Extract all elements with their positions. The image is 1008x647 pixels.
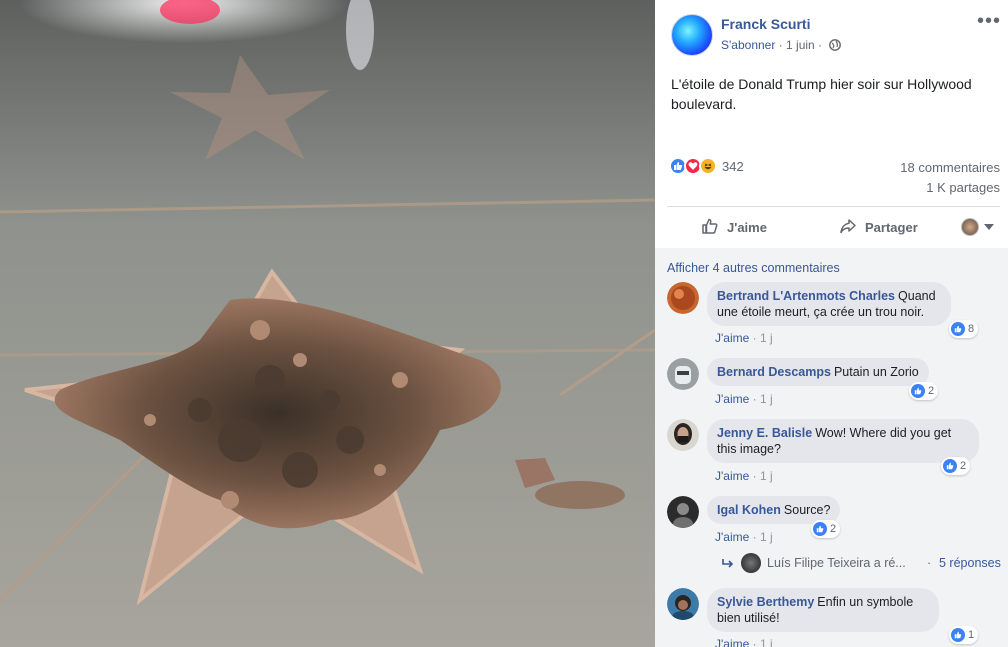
comment-like-count: 2 — [830, 523, 837, 535]
post-stats: 18 commentaires 1 K partages — [900, 158, 1000, 198]
comment-like-count: 2 — [960, 460, 967, 472]
like-reaction-icon — [951, 628, 965, 642]
commenter-avatar[interactable] — [667, 496, 699, 528]
reactions-summary[interactable]: 342 — [669, 156, 744, 176]
comment-time[interactable]: 1 j — [760, 392, 773, 406]
post-text: L'étoile de Donald Trump hier soir sur H… — [671, 76, 972, 112]
meta-separator: · — [778, 38, 783, 52]
comment-like-link[interactable]: J'aime — [715, 530, 749, 544]
comment-time[interactable]: 1 j — [760, 331, 773, 345]
divider — [667, 206, 1000, 207]
like-reaction-icon — [943, 459, 957, 473]
more-horizontal-icon[interactable]: ••• — [977, 11, 1001, 31]
post-photo[interactable] — [0, 0, 655, 647]
comment-like-link[interactable]: J'aime — [715, 469, 749, 483]
like-button[interactable]: J'aime — [701, 217, 767, 238]
comment-author[interactable]: Bertrand L'Artenmots Charles — [717, 289, 895, 303]
comment-time[interactable]: 1 j — [760, 530, 773, 544]
share-arrow-icon — [839, 217, 865, 238]
like-label: J'aime — [727, 219, 767, 235]
like-reaction-icon — [911, 384, 925, 398]
share-label: Partager — [865, 219, 918, 235]
comment-bubble: Jenny E. Balisle Wow! Where did you get t… — [707, 419, 979, 463]
comment-author[interactable]: Bernard Descamps — [717, 365, 831, 379]
comment-bubble: Bernard Descamps Putain un Zorio — [707, 358, 929, 386]
like-reaction-icon — [813, 522, 827, 536]
comments-count[interactable]: 18 commentaires — [900, 158, 1000, 178]
replier-avatar — [741, 553, 761, 573]
reaction-count: 342 — [722, 158, 744, 174]
comment-bubble: Bertrand L'Artenmots Charles Quand une ét… — [707, 282, 951, 326]
subscribe-link[interactable]: S'abonner — [721, 38, 775, 52]
comment-meta: J'aime · 1 j — [715, 331, 773, 345]
comment-time[interactable]: 1 j — [760, 469, 773, 483]
comment-like-count: 2 — [928, 385, 935, 397]
comment-meta: J'aime · 1 j — [715, 637, 773, 647]
page-name[interactable]: Franck Scurti — [721, 16, 810, 32]
share-button[interactable]: Partager — [839, 217, 918, 238]
comment-text: Source? — [783, 503, 831, 517]
page-avatar[interactable] — [671, 14, 713, 56]
comment-reaction-badge[interactable]: 2 — [909, 382, 939, 400]
post-panel: Franck Scurti S'abonner · 1 juin · ••• L… — [655, 0, 1008, 647]
profile-avatar-small — [961, 218, 979, 236]
reply-arrow-icon — [721, 558, 735, 573]
reply-separator: · — [927, 556, 932, 570]
commenter-avatar[interactable] — [667, 588, 699, 620]
like-reaction-icon — [951, 322, 965, 336]
haha-reaction-icon — [699, 157, 717, 175]
damaged-star-image — [0, 0, 655, 647]
post-date[interactable]: 1 juin — [786, 38, 815, 52]
shares-count[interactable]: 1 K partages — [900, 178, 1000, 198]
commenter-avatar[interactable] — [667, 358, 699, 390]
commenter-avatar[interactable] — [667, 419, 699, 451]
comment-like-count: 1 — [968, 629, 975, 641]
meta-separator-2: · — [818, 38, 823, 52]
react-as-selector[interactable] — [961, 218, 994, 236]
comment-reaction-badge[interactable]: 2 — [811, 520, 841, 538]
commenter-avatar[interactable] — [667, 282, 699, 314]
post-header: Franck Scurti S'abonner · 1 juin · ••• — [671, 11, 1001, 58]
comment-like-link[interactable]: J'aime — [715, 331, 749, 345]
comment-reaction-badge[interactable]: 8 — [949, 320, 979, 338]
thumbs-up-icon — [701, 217, 727, 238]
facebook-post-viewer: Franck Scurti S'abonner · 1 juin · ••• L… — [0, 0, 1008, 647]
comments-section: Afficher 4 autres commentaires Bertrand … — [655, 248, 1008, 647]
comment-reaction-badge[interactable]: 2 — [941, 457, 971, 475]
comment-author[interactable]: Jenny E. Balisle — [717, 426, 812, 440]
post-meta: S'abonner · 1 juin · — [721, 38, 842, 54]
comment-bubble: Sylvie Berthemy Enfin un symbole bien uti… — [707, 588, 939, 632]
comment-meta: J'aime · 1 j — [715, 469, 773, 483]
comment-author[interactable]: Igal Kohen — [717, 503, 781, 517]
comment-time[interactable]: 1 j — [760, 637, 773, 647]
comment-reaction-badge[interactable]: 1 — [949, 626, 979, 644]
comment-meta: J'aime · 1 j — [715, 530, 773, 544]
comment-meta: J'aime · 1 j — [715, 392, 773, 406]
comment-like-count: 8 — [968, 323, 975, 335]
globe-icon — [829, 39, 842, 54]
comment-author[interactable]: Sylvie Berthemy — [717, 595, 814, 609]
post-actions: J'aime Partager — [667, 208, 1000, 246]
reply-preview-name: Luís Filipe Teixeira a ré... — [767, 556, 906, 570]
chevron-down-icon — [984, 224, 994, 230]
comment-like-link[interactable]: J'aime — [715, 637, 749, 647]
comment-text: Putain un Zorio — [833, 365, 919, 379]
comment-like-link[interactable]: J'aime — [715, 392, 749, 406]
reply-count[interactable]: 5 réponses — [939, 556, 1001, 570]
show-more-comments-link[interactable]: Afficher 4 autres commentaires — [667, 261, 840, 275]
